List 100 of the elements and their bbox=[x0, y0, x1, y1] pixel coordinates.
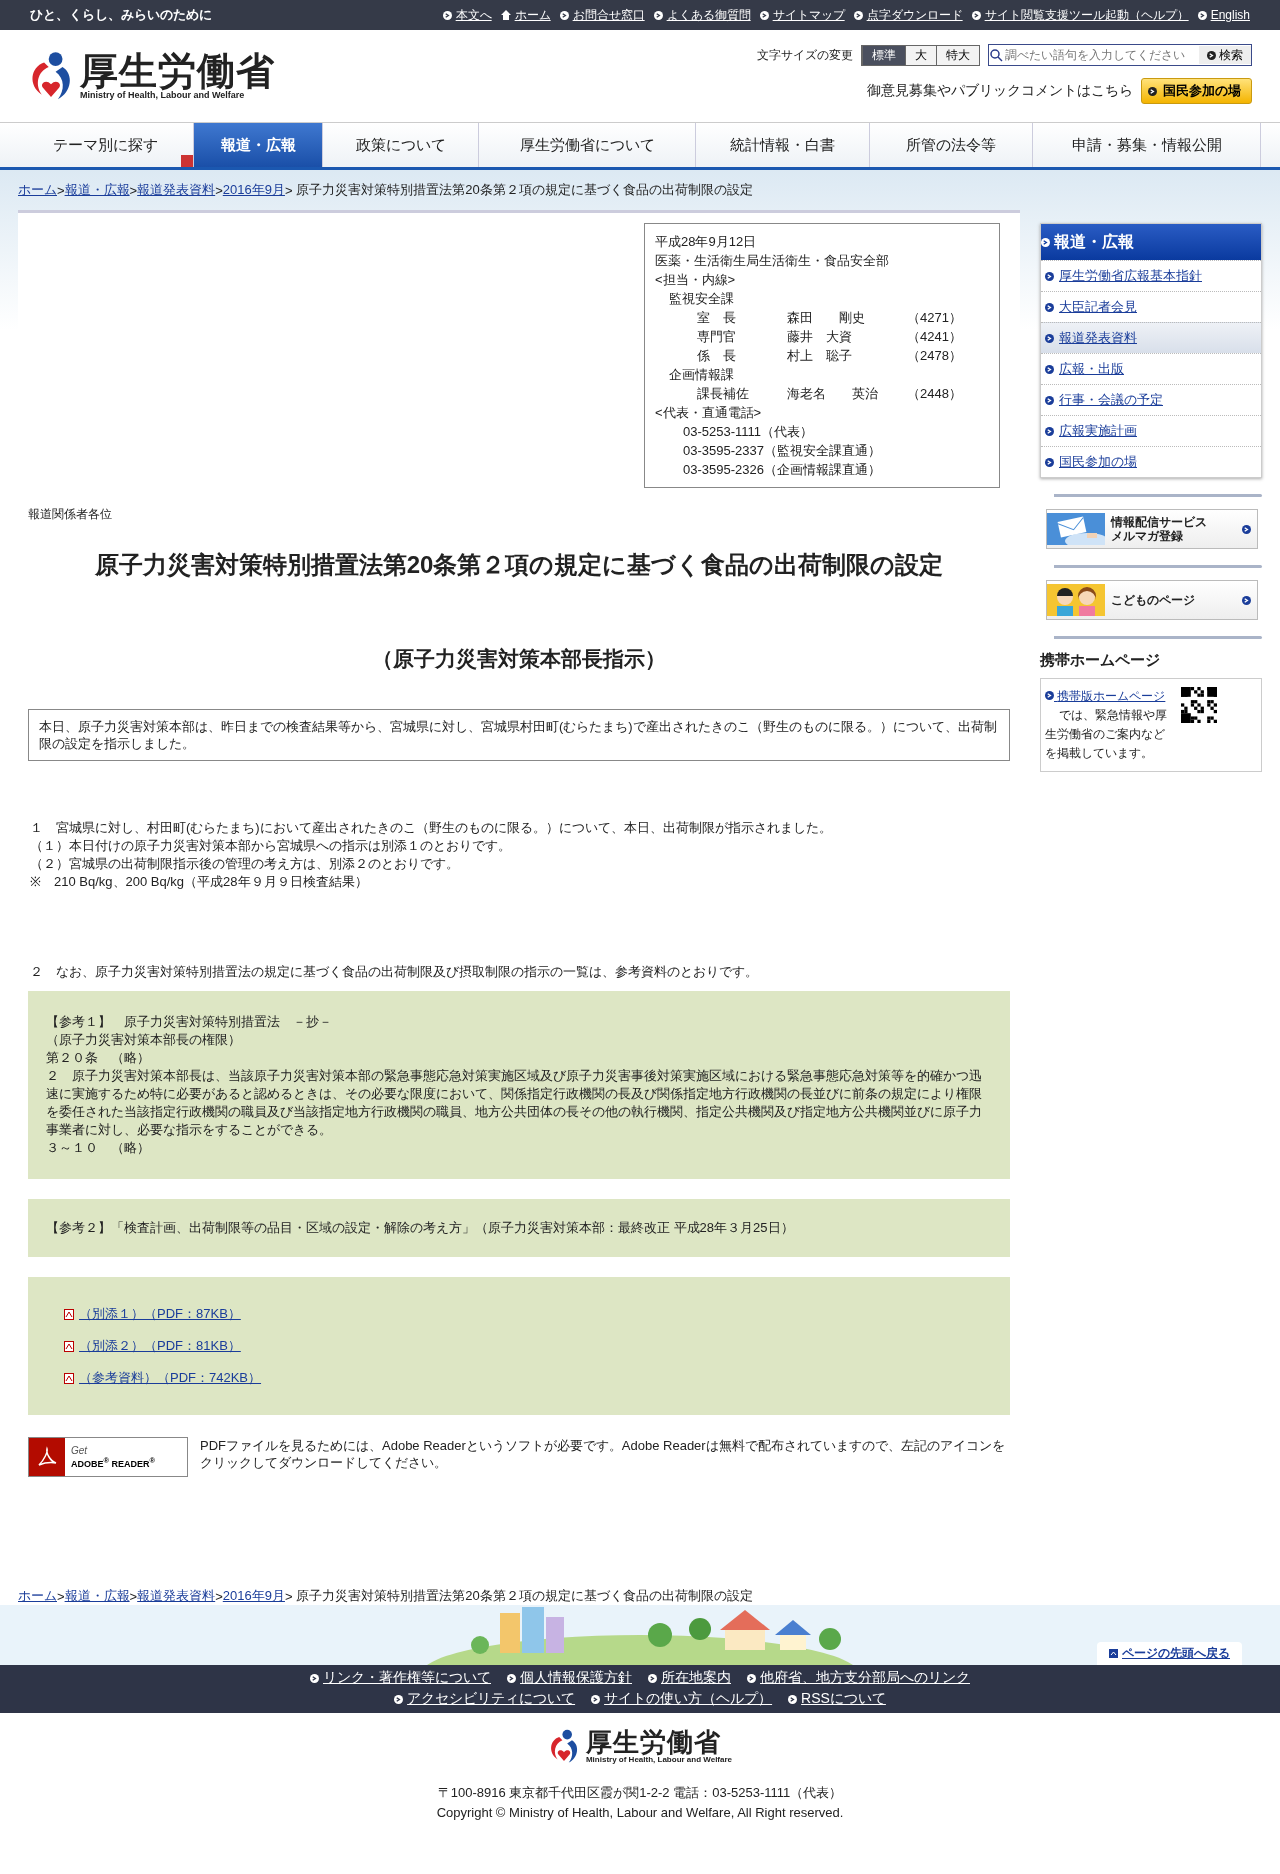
footer-link[interactable]: 個人情報保護方針 bbox=[507, 1669, 632, 1687]
breadcrumb-link[interactable]: 報道発表資料 bbox=[137, 1587, 216, 1605]
footer-link[interactable]: サイトの使い方（ヘルプ） bbox=[591, 1690, 773, 1708]
top-link[interactable]: サイトマップ bbox=[759, 6, 845, 24]
breadcrumb-separator: > bbox=[129, 1588, 138, 1604]
breadcrumb-link[interactable]: 2016年9月 bbox=[222, 181, 285, 199]
footer-link[interactable]: 他府省、地方支分部局へのリンク bbox=[747, 1669, 970, 1687]
banner-link[interactable]: 情報配信サービス メルマガ登録 bbox=[1046, 509, 1258, 549]
arrow-bullet-icon bbox=[853, 10, 863, 20]
copyright: Copyright © Ministry of Health, Labour and Welfare, All Right reserved. bbox=[435, 1805, 845, 1821]
nav-tab[interactable]: 報道・広報 bbox=[194, 123, 323, 167]
breadcrumb-current: 原子力災害対策特別措置法第20条第２項の規定に基づく食品の出荷制限の設定 bbox=[295, 181, 753, 199]
font-size-button[interactable]: 標準 bbox=[862, 45, 905, 65]
breadcrumb-separator: > bbox=[215, 182, 223, 198]
reference-line: 第２０条 （略） bbox=[46, 1049, 151, 1067]
arrow-bullet-icon bbox=[1045, 691, 1054, 700]
breadcrumb-link[interactable]: 報道・広報 bbox=[64, 1587, 130, 1605]
staff-extension: （2448） bbox=[907, 385, 963, 403]
arrow-bullet-icon bbox=[788, 1694, 798, 1704]
arrow-bullet-icon bbox=[1045, 302, 1054, 312]
sidebar-item[interactable]: 報道発表資料 bbox=[1041, 322, 1261, 353]
staff-extension: （4241） bbox=[907, 328, 963, 346]
release-title: 原子力災害対策特別措置法第20条第２項の規定に基づく食品の出荷制限の設定 bbox=[93, 550, 945, 580]
arrow-bullet-icon bbox=[1045, 457, 1054, 467]
footer-link[interactable]: アクセシビリティについて bbox=[394, 1690, 576, 1708]
top-link[interactable]: ホーム bbox=[500, 6, 551, 24]
arrow-bullet-icon bbox=[1207, 50, 1216, 60]
footer-link[interactable]: RSSについて bbox=[788, 1690, 886, 1708]
breadcrumb-separator: > bbox=[284, 1588, 293, 1604]
reference-line: （原子力災害対策本部長の権限） bbox=[46, 1031, 242, 1049]
banner-link[interactable]: こどものページ bbox=[1046, 580, 1258, 620]
breadcrumb-link[interactable]: 報道・広報 bbox=[64, 181, 130, 199]
sidebar-item[interactable]: 大臣記者会見 bbox=[1041, 291, 1261, 322]
breadcrumb-separator: > bbox=[57, 1588, 65, 1604]
body-line: １ 宮城県に対し、村田町(むらたまち)において産出されたきのこ（野生のものに限る。）について、本日、出荷制限が指示されました。 bbox=[30, 819, 833, 837]
nav-tab[interactable]: 所管の法令等 bbox=[870, 123, 1033, 167]
sidebar-item[interactable]: 国民参加の場 bbox=[1041, 446, 1261, 477]
font-size-button[interactable]: 特大 bbox=[936, 45, 979, 65]
breadcrumb-separator: > bbox=[284, 182, 293, 198]
search-field[interactable]: 調べたい語句を入力してください 検索 bbox=[988, 44, 1252, 66]
search-button[interactable]: 検索 bbox=[1199, 46, 1251, 64]
breadcrumb-link[interactable]: 2016年9月 bbox=[222, 1587, 285, 1605]
arrow-bullet-icon bbox=[653, 10, 663, 20]
staff-extension: （4271） bbox=[907, 309, 963, 327]
attachment-link[interactable]: （参考資料）（PDF：742KB） bbox=[64, 1369, 262, 1387]
staff-extension: （2478） bbox=[907, 347, 963, 365]
nav-tab[interactable]: 政策について bbox=[323, 123, 479, 167]
breadcrumb-separator: > bbox=[57, 182, 65, 198]
nav-tab[interactable]: 統計情報・白書 bbox=[696, 123, 870, 167]
sidebar-item[interactable]: 広報・出版 bbox=[1041, 353, 1261, 384]
arrow-bullet-icon bbox=[591, 1694, 601, 1704]
search-icon bbox=[989, 48, 1003, 62]
top-link[interactable]: 点字ダウンロード bbox=[853, 6, 963, 24]
arrow-bullet-icon bbox=[1045, 395, 1054, 405]
sidebar-item[interactable]: 広報実施計画 bbox=[1041, 415, 1261, 446]
participation-button[interactable]: 国民参加の場 bbox=[1141, 78, 1252, 104]
breadcrumb-link[interactable]: ホーム bbox=[18, 1587, 57, 1605]
top-link[interactable]: お問合せ窓口 bbox=[559, 6, 645, 24]
staff-title: 室 長 bbox=[697, 309, 737, 327]
mobile-heading: 携帯ホームページ bbox=[1040, 651, 1161, 670]
attachment-link[interactable]: （別添１）（PDF：87KB） bbox=[64, 1305, 241, 1323]
top-link[interactable]: よくある御質問 bbox=[653, 6, 751, 24]
arrow-bullet-icon bbox=[1045, 271, 1054, 281]
reference-line: ２ 原子力災害対策本部長は、当該原子力災害対策本部の緊急事態応急対策実施区域及び原子力災害事後対策実施区域における緊急事態応急対策等を的確かつ迅速に実施するため特に必要があると認めるときは、その必要な限度において、関係指定行政機関の長及び関係指定地方行政機関の長並びに前条の規定により権限を委任された当該指定行政機関の職員及び当該指定地方行政機関の職員、地方公共団体の長その他の執行機関、指定公共機関及び指定地方公共機関並びに原子力事業者に対し、必要な指示をすることができる。 bbox=[46, 1067, 983, 1139]
arrow-bullet-icon bbox=[1045, 333, 1054, 343]
nav-tab[interactable]: 申請・募集・情報公開 bbox=[1033, 123, 1261, 167]
contact-line: <担当・内線> bbox=[655, 271, 737, 289]
arrow-bullet-icon bbox=[648, 1673, 657, 1683]
arrow-bullet-icon bbox=[1197, 10, 1207, 20]
body-line: （２）宮城県の出荷制限指示後の管理の考え方は、別添２のとおりです。 bbox=[30, 855, 460, 873]
breadcrumb-link[interactable]: 報道発表資料 bbox=[137, 181, 216, 199]
back-to-top-link[interactable]: ページの先頭へ戻る bbox=[1097, 1642, 1242, 1665]
staff-title: 課長補佐 bbox=[697, 385, 750, 403]
staff-name: 村上 聡子 bbox=[787, 347, 853, 365]
footer-link[interactable]: 所在地案内 bbox=[648, 1669, 731, 1687]
sidebar-item[interactable]: 厚生労働省広報基本指針 bbox=[1041, 260, 1261, 291]
summary-text: 本日、原子力災害対策本部は、昨日までの検査結果等から、宮城県に対し、宮城県村田町(むらたまち)で産出されたきのこ（野生のものに限る。）について、出荷制限の設定を指示しました。 bbox=[28, 709, 1010, 761]
staff-name: 海老名 英治 bbox=[787, 385, 879, 403]
top-link[interactable]: English bbox=[1197, 8, 1250, 22]
footer-link[interactable]: リンク・著作権等について bbox=[310, 1669, 491, 1687]
arrow-bullet-icon bbox=[1148, 86, 1157, 96]
sidebar-item[interactable]: 行事・会議の予定 bbox=[1041, 384, 1261, 415]
get-adobe-reader-button[interactable]: Get ADOBE$^{®}$ READER$^{®}$ bbox=[28, 1437, 188, 1477]
sidebar-heading: 報道・広報 bbox=[1041, 224, 1261, 260]
mobile-link[interactable]: 携帯版ホームページ bbox=[1045, 689, 1166, 703]
breadcrumb-current: 原子力災害対策特別措置法第20条第２項の規定に基づく食品の出荷制限の設定 bbox=[295, 1587, 753, 1605]
breadcrumb-link[interactable]: ホーム bbox=[18, 181, 57, 199]
arrow-bullet-icon bbox=[1242, 524, 1251, 534]
arrow-bullet-icon bbox=[1242, 595, 1251, 605]
top-link[interactable]: サイト閲覧支援ツール起動（ヘルプ） bbox=[971, 6, 1189, 24]
arrow-bullet-icon bbox=[507, 1673, 516, 1683]
font-size-button[interactable]: 大 bbox=[905, 45, 936, 65]
staff-title: 専門官 bbox=[697, 328, 737, 346]
contact-line: 医薬・生活衛生局生活衛生・食品安全部 bbox=[655, 252, 890, 270]
nav-tab[interactable]: 厚生労働省について bbox=[479, 123, 696, 167]
contact-line: 企画情報課 bbox=[668, 366, 735, 384]
body-line: （１）本日付けの原子力災害対策本部から宮城県への指示は別添１のとおりです。 bbox=[30, 837, 512, 855]
attachment-link[interactable]: （別添２）（PDF：81KB） bbox=[64, 1337, 241, 1355]
reference-line: 【参考１】 原子力災害対策特別措置法 －抄－ bbox=[46, 1013, 333, 1031]
top-link[interactable]: 本文へ bbox=[442, 6, 492, 24]
